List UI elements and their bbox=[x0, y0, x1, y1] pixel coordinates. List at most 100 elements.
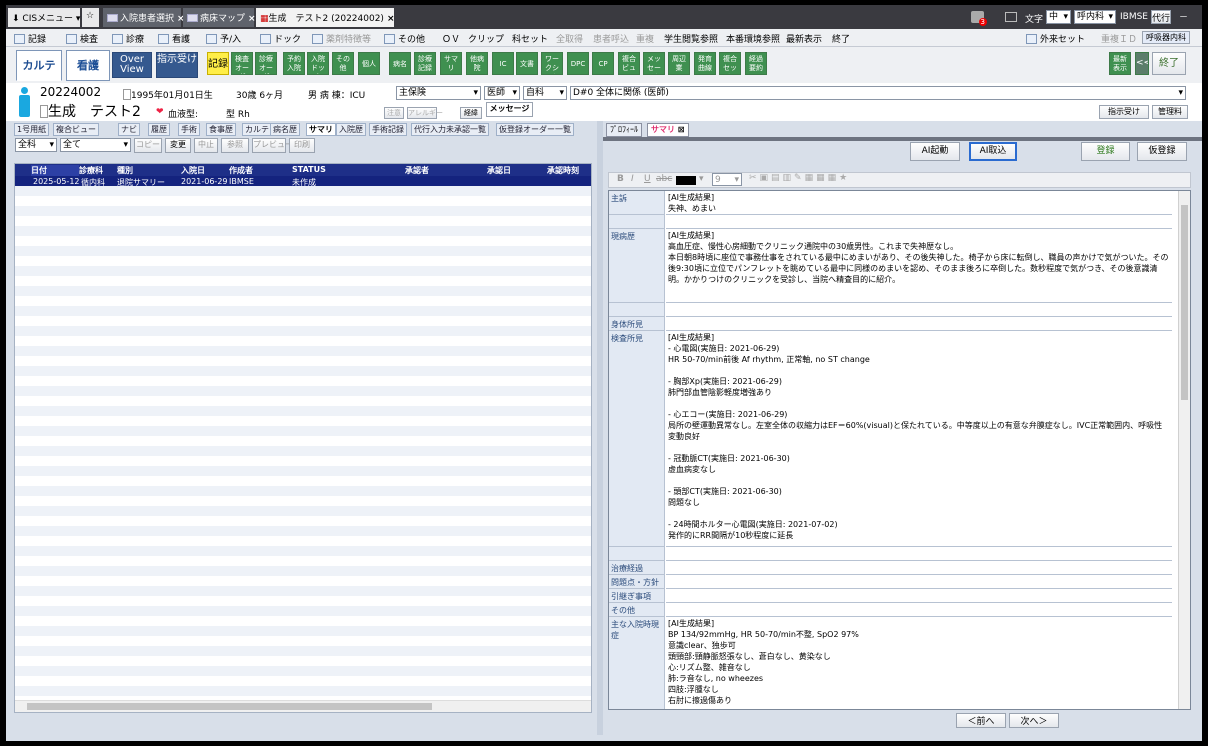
tab-disease-history[interactable]: 病名歴 bbox=[270, 123, 300, 136]
menu-item-dup[interactable]: 重複 bbox=[636, 32, 654, 45]
receive-order-button[interactable]: 指示受け bbox=[1099, 105, 1149, 119]
insurance-select[interactable]: 主保険 bbox=[396, 86, 481, 100]
section-text[interactable] bbox=[666, 317, 1172, 331]
monitor-icon[interactable] bbox=[1005, 12, 1017, 22]
tab-proxy-list[interactable]: 代行入力未承認一覧 bbox=[411, 123, 489, 136]
toolbar-button-record[interactable]: 診療記録 bbox=[414, 52, 436, 75]
latest-display-button[interactable]: 最新表示 bbox=[1109, 52, 1131, 75]
allergy-button[interactable]: アレルギー bbox=[407, 107, 443, 119]
section-text[interactable]: [AI生成結果] - 心電図(実施日: 2021-06-29) HR 50-70… bbox=[666, 331, 1172, 547]
toolbar-button-composite-view[interactable]: 複合ビュー bbox=[618, 52, 640, 75]
message-button[interactable]: メッセージ bbox=[486, 102, 533, 117]
table-row[interactable]: 2025-05-12 循内科 退院サマリー 2021-06-29 IBMSE 未… bbox=[15, 176, 591, 187]
toolbar-button-other-hospital[interactable]: 他病院 bbox=[466, 52, 488, 75]
menu-item-end[interactable]: 終了 bbox=[832, 32, 850, 45]
proxy-button[interactable]: 代行 bbox=[1151, 10, 1171, 24]
font-size-select[interactable]: 9 bbox=[712, 173, 742, 186]
next-button[interactable]: 次へ＞ bbox=[1009, 713, 1059, 728]
minimize-icon[interactable]: － bbox=[1179, 10, 1188, 23]
menu-item-call[interactable]: 患者呼込 bbox=[593, 32, 629, 45]
tab-navi[interactable]: ナビ bbox=[118, 123, 140, 136]
disease-select[interactable]: D#0 全体に関係 (医師) bbox=[570, 86, 1186, 100]
tab-summary-right[interactable]: サマリ ⊠ bbox=[647, 123, 689, 137]
strikethrough-icon[interactable]: abc bbox=[656, 174, 672, 184]
column-header-author[interactable]: 作成者 bbox=[229, 165, 253, 176]
toolbar-button-other[interactable]: その他 bbox=[332, 52, 354, 75]
type-filter-select[interactable]: 全て bbox=[60, 138, 131, 152]
column-header-type[interactable]: 種別 bbox=[117, 165, 133, 176]
tab-temp-order-list[interactable]: 仮登録オーダー一覧 bbox=[496, 123, 574, 136]
copy-button[interactable]: コピー bbox=[134, 138, 162, 153]
chevron-down-icon[interactable]: ▾ bbox=[699, 174, 704, 184]
section-text[interactable]: [AI生成結果] 高血圧症、慢性心房細動でクリニック通院中の30歳男性。これまで… bbox=[666, 229, 1172, 303]
print-button[interactable]: 印刷 bbox=[289, 138, 315, 153]
tab-form1[interactable]: 1号用紙 bbox=[14, 123, 50, 136]
edit-icons[interactable]: ✂▣▤▥✎▦▦▦★ bbox=[749, 173, 850, 183]
menu-item-kensa[interactable]: 検査 bbox=[66, 32, 98, 45]
section-text[interactable] bbox=[666, 575, 1172, 589]
vertical-scrollbar[interactable] bbox=[1178, 191, 1190, 709]
tab-profile[interactable]: ﾌﾟﾛﾌｨｰﾙ bbox=[606, 123, 642, 137]
section-text[interactable] bbox=[666, 547, 1172, 561]
menu-item-latest[interactable]: 最新表示 bbox=[786, 32, 822, 45]
tab-karte-left[interactable]: カルテ bbox=[242, 123, 272, 136]
toolbar-button-progress[interactable]: 経過要約 bbox=[745, 52, 767, 75]
end-button[interactable]: 終了 bbox=[1152, 52, 1186, 75]
temp-register-button[interactable]: 仮登録 bbox=[1137, 142, 1187, 161]
toolbar-button-worksheet[interactable]: ワークシート bbox=[541, 52, 563, 75]
close-icon[interactable]: × bbox=[248, 14, 256, 24]
tab-kango[interactable]: 看護 bbox=[66, 50, 110, 81]
toolbar-button-periphery[interactable]: 周辺業 bbox=[668, 52, 690, 75]
tab-history[interactable]: 履歴 bbox=[148, 123, 170, 136]
section-text[interactable] bbox=[666, 561, 1172, 575]
tab-admission-history[interactable]: 入院歴 bbox=[336, 123, 366, 136]
tab-karte[interactable]: カルテ bbox=[16, 50, 62, 81]
preview-button[interactable]: プレビュー bbox=[252, 138, 293, 153]
horizontal-scrollbar[interactable] bbox=[15, 700, 591, 712]
toolbar-button-message[interactable]: メッセージ bbox=[643, 52, 665, 75]
ai-import-button[interactable]: AI取込 bbox=[969, 142, 1017, 161]
outpatient-set[interactable]: 外来セット bbox=[1026, 32, 1085, 45]
cis-menu-button[interactable]: ⬇ CISメニュー ▾ bbox=[8, 8, 80, 27]
tab-bed-map[interactable]: 病床マップ × bbox=[183, 8, 256, 27]
menu-item-set[interactable]: 科セット bbox=[512, 32, 548, 45]
toolbar-button-dock[interactable]: 入院ドック bbox=[307, 52, 329, 75]
text-size-select[interactable]: 中 bbox=[1046, 10, 1071, 24]
toolbar-button-kensa[interactable]: 検査オーダ bbox=[231, 52, 253, 75]
column-header-dept[interactable]: 診療科 bbox=[79, 165, 103, 176]
section-text[interactable]: [AI生成結果] 失神、めまい bbox=[666, 191, 1172, 215]
bold-icon[interactable]: B bbox=[617, 174, 624, 184]
toolbar-button-kojin[interactable]: 個人 bbox=[358, 52, 380, 75]
toolbar-button-composite-set[interactable]: 複合セット bbox=[719, 52, 741, 75]
change-button[interactable]: 変更 bbox=[165, 138, 191, 153]
menu-item-yoyaku[interactable]: 予/入 bbox=[206, 32, 241, 45]
overview-button[interactable]: Over View bbox=[112, 52, 152, 78]
menu-item-prod[interactable]: 本番環境参照 bbox=[726, 32, 780, 45]
menu-item-student[interactable]: 学生閲覧参照 bbox=[664, 32, 718, 45]
column-header-admission-date[interactable]: 入院日 bbox=[181, 165, 205, 176]
menu-item-clip[interactable]: クリップ bbox=[468, 32, 504, 45]
doctor-select[interactable]: 医師 bbox=[484, 86, 520, 100]
tab-meal[interactable]: 食事歴 bbox=[206, 123, 236, 136]
stop-button[interactable]: 中止 bbox=[194, 138, 218, 153]
prev-button[interactable]: ＜前へ bbox=[956, 713, 1006, 728]
toolbar-button-shinryo[interactable]: 診療オーダ bbox=[255, 52, 277, 75]
register-button[interactable]: 登録 bbox=[1081, 142, 1130, 161]
favorite-star-icon[interactable]: ☆ bbox=[82, 8, 99, 27]
section-text[interactable] bbox=[666, 303, 1172, 317]
toolbar-button-ic[interactable]: IC bbox=[492, 52, 514, 75]
dept-select-patient[interactable]: 自科 bbox=[523, 86, 567, 100]
toolbar-button-dpc[interactable]: DPC bbox=[567, 52, 589, 75]
menu-item-kiroku[interactable]: 記録 bbox=[14, 32, 46, 45]
color-picker-icon[interactable] bbox=[676, 176, 696, 185]
dup-id[interactable]: 重複ＩＤ bbox=[1101, 32, 1137, 45]
ai-start-button[interactable]: AI起動 bbox=[910, 142, 960, 161]
section-text[interactable] bbox=[666, 589, 1172, 603]
admin-fee-button[interactable]: 管理料 bbox=[1152, 105, 1188, 119]
menu-item-get-all[interactable]: 全取得 bbox=[556, 32, 583, 45]
toolbar-button-summary[interactable]: サマリ bbox=[440, 52, 462, 75]
column-header-approver[interactable]: 承認者 bbox=[405, 165, 429, 176]
column-header-approve-date[interactable]: 承認日 bbox=[487, 165, 511, 176]
column-header-date[interactable]: 日付 bbox=[31, 165, 79, 176]
tab-summary[interactable]: サマリ bbox=[306, 123, 336, 136]
